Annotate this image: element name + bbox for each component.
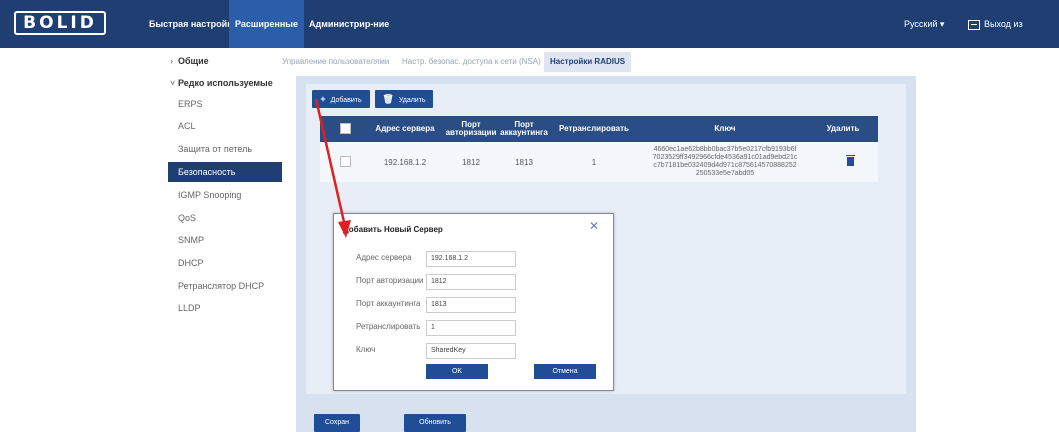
sidebar-item-qos[interactable]: QoS [168, 208, 282, 228]
cell-acct-port: 1813 [515, 157, 533, 167]
save-button[interactable]: Сохран [314, 414, 360, 432]
field-label-auth-port: Порт авторизации [356, 276, 424, 285]
refresh-button[interactable]: Обновить [404, 414, 466, 432]
ok-button[interactable]: OK [426, 364, 488, 379]
cancel-button[interactable]: Отмена [534, 364, 596, 379]
select-all-checkbox[interactable] [340, 123, 351, 134]
field-label-acct-port: Порт аккаунтинга [356, 299, 421, 308]
sidebar-item-security[interactable]: Безопасность [168, 162, 282, 182]
add-button[interactable]: + Добавить [312, 90, 370, 108]
field-label-key: Ключ [356, 345, 376, 354]
column-header-retransmit: Ретранслировать [559, 124, 629, 133]
chevron-right-icon: › [170, 56, 173, 66]
sidebar-group-general[interactable]: › Общие [170, 56, 209, 66]
sidebar-item-snmp[interactable]: SNMP [168, 230, 282, 250]
dialog-title: Добавить Новый Сервер [343, 225, 443, 234]
sidebar-item-erps[interactable]: ERPS [168, 94, 282, 114]
row-delete-icon[interactable] [846, 155, 855, 166]
logout-button[interactable]: Выход из системы [968, 0, 1059, 77]
nav-advanced[interactable]: Расширенные [229, 0, 304, 48]
sidebar-group-rare-label: Редко используемые [178, 78, 273, 88]
retransmit-input[interactable]: 1 [426, 320, 516, 336]
auth-port-input[interactable]: 1812 [426, 274, 516, 290]
column-header-address: Адрес сервера [375, 124, 435, 133]
cell-key: 4660ec1ae62b8bb0bac37b5e0217cfb9193b6f 7… [640, 142, 810, 182]
sidebar-item-loop-protection[interactable]: Защита от петель [168, 139, 282, 159]
sidebar-group-general-label: Общие [178, 56, 209, 66]
delete-button-label: Удалить [398, 97, 426, 104]
key-line: 4660ec1ae62b8bb0bac37b5e0217cfb9193b6f [653, 146, 797, 153]
sidebar-item-lldp[interactable]: LLDP [168, 298, 282, 318]
field-label-address: Адрес сервера [356, 253, 412, 262]
chevron-down-icon: ˅ [170, 78, 176, 88]
key-line: 250533e5e7abd05 [695, 170, 755, 177]
cell-auth-port: 1812 [462, 157, 480, 167]
plus-icon: + [320, 94, 326, 104]
add-server-dialog: Добавить Новый Сервер ✕ Адрес сервера 19… [333, 213, 614, 391]
cell-address: 192.168.1.2 [383, 157, 427, 167]
sidebar-item-dhcp-relay[interactable]: Ретранслятор DHCP [168, 276, 282, 296]
nav-quick-setup[interactable]: Быстрая настройка [143, 0, 243, 48]
top-navigation-bar: BOLID Быстрая настройка Расширенные Адми… [0, 0, 1059, 77]
trash-icon: 🗑 [382, 94, 394, 104]
acct-port-input[interactable]: 1813 [426, 297, 516, 313]
table-header: Адрес сервера Порт авторизации Порт акка… [320, 116, 878, 142]
column-header-acct-port: Порт аккаунтинга [500, 120, 548, 137]
sidebar-item-dhcp[interactable]: DHCP [168, 253, 282, 273]
key-line: 7023529ff3492966cfde4536a91c01ad9ebd21c [652, 154, 798, 161]
tab-radius-settings[interactable]: Настройки RADIUS [544, 52, 632, 72]
column-header-auth-port: Порт авторизации [445, 120, 497, 137]
tab-user-management[interactable]: Управление пользователями [282, 52, 389, 72]
table-row[interactable]: 192.168.1.2 1812 1813 1 4660ec1ae62b8bb0… [320, 142, 878, 182]
tab-nsa[interactable]: Настр. безопас. доступа к сети (NSA) [402, 52, 541, 72]
row-checkbox[interactable] [340, 156, 351, 167]
key-line: c7b7181be032409d4d971c875614570888252 [653, 162, 797, 169]
add-button-label: Добавить [330, 97, 362, 104]
column-header-delete: Удалить [826, 124, 860, 133]
sidebar-item-igmp-snooping[interactable]: IGMP Snooping [168, 185, 282, 205]
cell-retransmit: 1 [591, 157, 597, 167]
field-label-retransmit: Ретранслировать [356, 322, 421, 331]
server-address-input[interactable]: 192.168.1.2 [426, 251, 516, 267]
delete-button[interactable]: 🗑 Удалить [375, 90, 433, 108]
sidebar-group-rare[interactable]: ˅ Редко используемые [170, 78, 273, 88]
sidebar-item-acl[interactable]: ACL [168, 116, 282, 136]
logout-icon [968, 19, 980, 30]
column-header-key: Ключ [714, 124, 736, 133]
language-label: Русский [904, 19, 938, 29]
key-input[interactable]: SharedKey [426, 343, 516, 359]
bolid-logo: BOLID [14, 11, 106, 35]
close-icon[interactable]: ✕ [589, 219, 599, 233]
nav-administration[interactable]: Администрир-ние [303, 0, 395, 48]
language-selector[interactable]: Русский ▾ [904, 0, 944, 48]
